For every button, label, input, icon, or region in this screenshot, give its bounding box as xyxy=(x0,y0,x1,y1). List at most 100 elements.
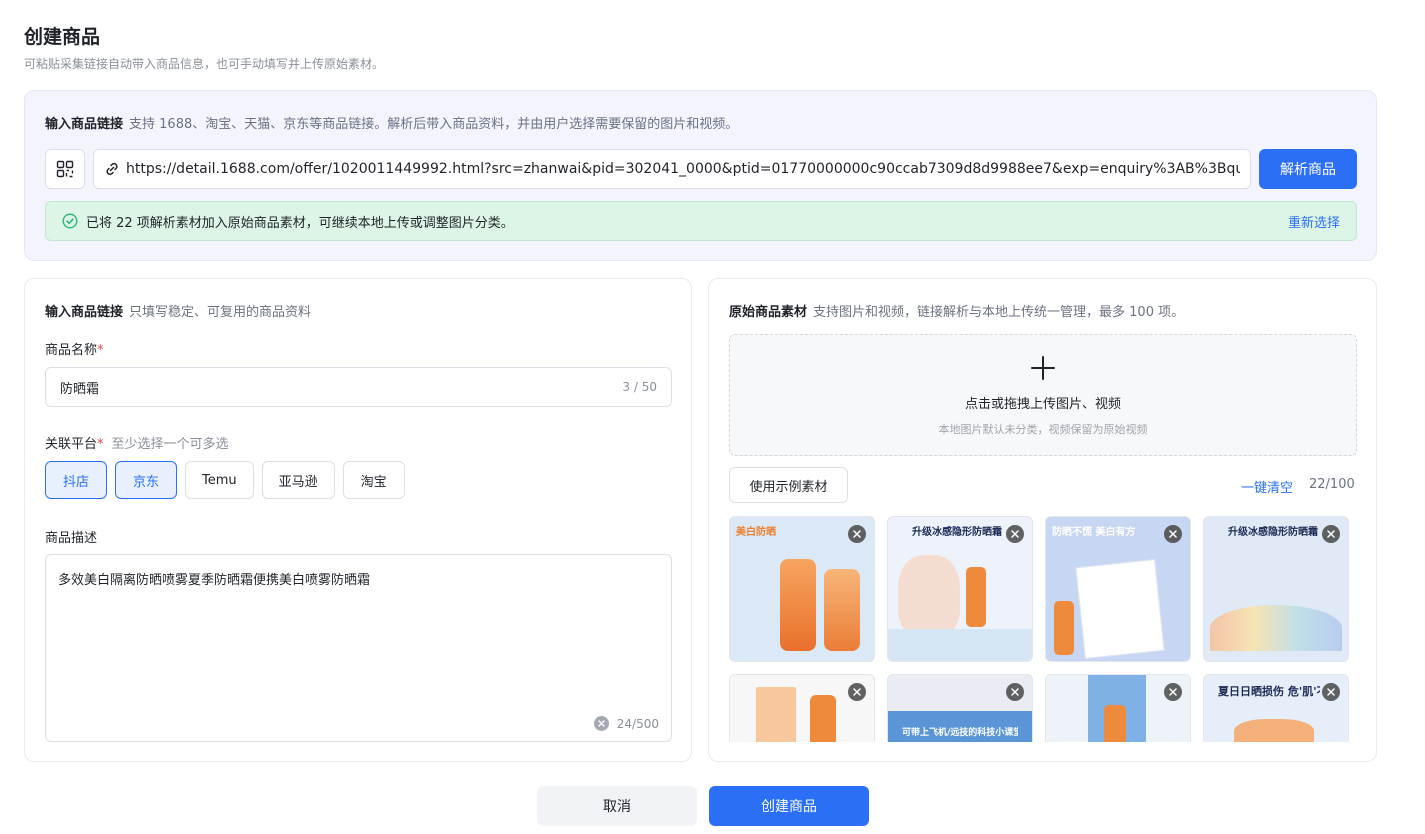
model-face-image xyxy=(898,555,960,635)
remove-thumb-button[interactable] xyxy=(1006,683,1024,701)
close-icon xyxy=(1011,688,1019,696)
product-desc-field[interactable]: 多效美白隔离防晒喷雾夏季防晒霜便携美白喷雾防晒霜 24/500 xyxy=(45,554,672,742)
cancel-button[interactable]: 取消 xyxy=(537,786,697,826)
product-name-label: 商品名称* xyxy=(45,339,104,358)
link-panel-hint: 支持 1688、淘宝、天猫、京东等商品链接。解析后带入商品资料，并由用户选择需要… xyxy=(129,117,739,132)
material-thumb[interactable] xyxy=(729,674,875,742)
create-product-button[interactable]: 创建商品 xyxy=(709,786,869,826)
product-desc-textarea[interactable]: 多效美白隔离防晒喷雾夏季防晒霜便携美白喷雾防晒霜 xyxy=(46,555,671,705)
wave-chart-image xyxy=(1210,605,1342,651)
link-panel-label: 输入商品链接 xyxy=(45,117,124,132)
close-icon xyxy=(853,688,861,696)
material-grid: 美白防晒 升级冰感隐形防晒霜 防晒不慌 美白有方 升级冰感隐形防晒霜 可带上飞机… xyxy=(729,516,1359,742)
use-sample-button[interactable]: 使用示例素材 xyxy=(729,467,848,503)
link-panel: 输入商品链接 支持 1688、淘宝、天猫、京东等商品链接。解析后带入商品资料，并由… xyxy=(24,90,1377,261)
material-thumb[interactable]: 升级冰感隐形防晒霜 xyxy=(1203,516,1349,662)
hands-image xyxy=(1234,719,1314,742)
material-thumb[interactable]: 防晒不慌 美白有方 xyxy=(1045,516,1191,662)
link-panel-header: 输入商品链接 支持 1688、淘宝、天猫、京东等商品链接。解析后带入商品资料，并由… xyxy=(45,113,738,132)
product-box-image xyxy=(756,687,796,742)
remove-thumb-button[interactable] xyxy=(1006,525,1024,543)
remove-thumb-button[interactable] xyxy=(1322,683,1340,701)
materials-header: 原始商品素材 支持图片和视频，链接解析与本地上传统一管理，最多 100 项。 xyxy=(729,301,1184,320)
reselect-link[interactable]: 重新选择 xyxy=(1288,212,1340,231)
remove-thumb-button[interactable] xyxy=(1164,525,1182,543)
link-icon xyxy=(106,162,118,176)
platform-label-text: 关联平台 xyxy=(45,437,98,452)
url-input-box[interactable] xyxy=(93,149,1251,189)
product-name-label-text: 商品名称 xyxy=(45,343,98,358)
certificate-image xyxy=(1075,559,1165,659)
page-title: 创建商品 xyxy=(24,26,101,48)
product-info-header: 输入商品链接 只填写稳定、可复用的商品资料 xyxy=(45,301,311,320)
product-desc-label-text: 商品描述 xyxy=(45,531,98,546)
product-bottle-image xyxy=(810,695,836,742)
product-bottle-image xyxy=(780,559,816,651)
material-thumb[interactable]: 美白防晒 xyxy=(729,516,875,662)
product-info-label: 输入商品链接 xyxy=(45,305,124,320)
url-input[interactable] xyxy=(126,161,1240,177)
remove-thumb-button[interactable] xyxy=(1164,683,1182,701)
qrcode-scan-icon xyxy=(56,160,74,178)
product-name-field[interactable]: 3 / 50 xyxy=(45,367,672,407)
product-bottle-image xyxy=(1104,705,1126,742)
parse-success-bar: 已将 22 项解析素材加入原始商品素材，可继续本地上传或调整图片分类。 重新选择 xyxy=(45,201,1357,241)
upload-hint: 本地图片默认未分类，视频保留为原始视频 xyxy=(938,423,1148,436)
required-mark: * xyxy=(97,437,104,452)
upload-dropzone[interactable]: 点击或拖拽上传图片、视频 本地图片默认未分类，视频保留为原始视频 xyxy=(729,334,1357,456)
clear-desc-button[interactable] xyxy=(593,716,609,731)
upload-title: 点击或拖拽上传图片、视频 xyxy=(964,397,1121,412)
materials-label: 原始商品素材 xyxy=(729,305,808,320)
remove-thumb-button[interactable] xyxy=(848,683,866,701)
banner-strip xyxy=(888,629,1032,661)
close-icon xyxy=(853,530,861,538)
product-name-counter: 3 / 50 xyxy=(622,380,657,394)
material-thumb[interactable] xyxy=(1045,674,1191,742)
thumb-text: 防晒不慌 美白有方 xyxy=(1052,527,1136,538)
platform-chip-douyin[interactable]: 抖店 xyxy=(45,461,107,499)
thumb-text: 可带上飞机/远技的科技小课堂 xyxy=(902,728,1018,738)
close-icon xyxy=(598,720,605,727)
scan-button[interactable] xyxy=(45,149,85,189)
parse-success-message: 已将 22 项解析素材加入原始商品素材，可继续本地上传或调整图片分类。 xyxy=(86,215,514,231)
clear-all-link[interactable]: 一键清空 xyxy=(1241,477,1293,496)
required-mark: * xyxy=(97,343,104,358)
material-thumb[interactable]: 升级冰感隐形防晒霜 xyxy=(887,516,1033,662)
product-bottle-image xyxy=(1054,601,1074,655)
product-desc-counter: 24/500 xyxy=(616,716,659,731)
material-thumb[interactable]: 夏日日晒损伤 危'肌'不断 xyxy=(1203,674,1349,742)
plus-icon xyxy=(1031,356,1055,380)
check-circle-icon xyxy=(62,213,78,229)
thumb-text: 夏日日晒损伤 危'肌'不断 xyxy=(1218,685,1320,698)
product-info-hint: 只填写稳定、可复用的商品资料 xyxy=(129,305,312,320)
product-bottle-image xyxy=(824,569,860,651)
platform-chips: 抖店 京东 Temu 亚马逊 淘宝 xyxy=(45,461,405,499)
platform-chip-jd[interactable]: 京东 xyxy=(115,461,177,499)
close-icon xyxy=(1169,688,1177,696)
remove-thumb-button[interactable] xyxy=(848,525,866,543)
material-count: 22/100 xyxy=(1309,477,1355,492)
thumb-text: 升级冰感隐形防晒霜 xyxy=(1228,527,1318,538)
thumb-text: 升级冰感隐形防晒霜 xyxy=(912,527,1002,538)
materials-card: 原始商品素材 支持图片和视频，链接解析与本地上传统一管理，最多 100 项。 点击… xyxy=(708,278,1377,762)
close-icon xyxy=(1327,530,1335,538)
platform-chip-taobao[interactable]: 淘宝 xyxy=(342,461,405,499)
close-icon xyxy=(1011,530,1019,538)
material-thumb[interactable]: 可带上飞机/远技的科技小课堂 xyxy=(887,674,1033,742)
platform-chip-temu[interactable]: Temu xyxy=(185,461,254,499)
page-subtitle: 可粘贴采集链接自动带入商品信息，也可手动填写并上传原始素材。 xyxy=(24,57,385,71)
parse-product-button[interactable]: 解析商品 xyxy=(1259,149,1357,189)
platform-label: 关联平台* 至少选择一个可多选 xyxy=(45,433,229,452)
product-desc-label: 商品描述 xyxy=(45,527,97,546)
close-icon xyxy=(1327,688,1335,696)
materials-hint: 支持图片和视频，链接解析与本地上传统一管理，最多 100 项。 xyxy=(813,305,1185,320)
product-name-input[interactable] xyxy=(60,379,623,395)
close-icon xyxy=(1169,530,1177,538)
platform-hint: 至少选择一个可多选 xyxy=(111,437,229,452)
platform-chip-amazon[interactable]: 亚马逊 xyxy=(261,461,335,499)
product-info-card: 输入商品链接只填写稳定、可复用的商品资料 商品名称* 3 / 50 关联平台*至… xyxy=(24,278,692,762)
remove-thumb-button[interactable] xyxy=(1322,525,1340,543)
product-desc-footer: 24/500 xyxy=(593,716,659,731)
thumb-text: 美白防晒 xyxy=(736,527,776,538)
product-bottle-image xyxy=(966,567,986,627)
